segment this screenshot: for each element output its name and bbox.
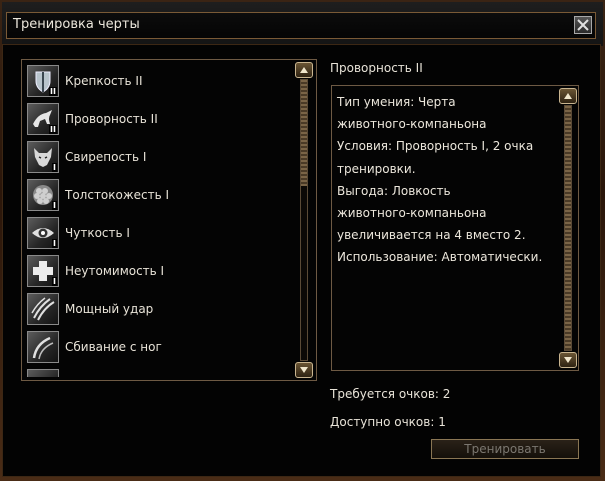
- feat-description-box: Тип умения: Черта животного-компаньона У…: [331, 85, 579, 371]
- chevron-up-icon: [300, 67, 308, 73]
- eye-icon: I: [27, 217, 59, 249]
- scroll-down-button[interactable]: [559, 352, 577, 368]
- description-line: тренировки.: [337, 161, 416, 176]
- rank-badge: I: [52, 277, 57, 286]
- scroll-thumb[interactable]: [301, 80, 307, 186]
- train-button[interactable]: Тренировать: [431, 439, 579, 459]
- feat-item-knockdown[interactable]: Сбивание с ног: [25, 329, 293, 365]
- feat-label: Мощный удар: [65, 302, 154, 316]
- feat-training-window: Тренировка черты II Крепкость II II Пров…: [0, 0, 605, 481]
- feat-label: Неутомимость I: [65, 264, 165, 278]
- leaping-beast-icon: II: [27, 103, 59, 135]
- feat-list-scrollbar[interactable]: [295, 62, 313, 378]
- feat-item-endurance[interactable]: I Неутомимость I: [25, 253, 293, 289]
- rank-badge: I: [52, 239, 57, 248]
- feat-item-thick-hide[interactable]: I Толстокожесть I: [25, 177, 293, 213]
- points-available: Доступно очков: 1: [330, 415, 446, 429]
- rank-badge: II: [49, 125, 57, 134]
- feat-label: Толстокожесть I: [65, 188, 170, 202]
- feat-item-perception[interactable]: I Чуткость I: [25, 215, 293, 251]
- feat-label: Чуткость I: [65, 226, 130, 240]
- scroll-track[interactable]: [564, 105, 572, 351]
- description-line: увеличивается на 4 вместо 2.: [337, 228, 526, 243]
- feat-label: Крепкость II: [65, 74, 143, 88]
- scroll-track[interactable]: [300, 79, 308, 361]
- scroll-up-button[interactable]: [559, 88, 577, 104]
- selected-feat-title: Проворность II: [330, 61, 423, 75]
- claw-marks-icon: [27, 293, 59, 325]
- feat-label: Сбивание с ног: [65, 340, 162, 354]
- scroll-thumb[interactable]: [565, 106, 571, 350]
- close-button[interactable]: [574, 16, 592, 34]
- scroll-up-button[interactable]: [295, 62, 313, 78]
- feat-icon-partial: [27, 369, 59, 377]
- rank-badge: II: [49, 87, 57, 96]
- feat-description: Тип умения: Черта животного-компаньона У…: [337, 91, 559, 269]
- close-icon: [577, 19, 589, 31]
- scales-hide-icon: I: [27, 179, 59, 211]
- chevron-down-icon: [564, 357, 572, 363]
- claw-swipe-icon: [27, 331, 59, 363]
- wolf-head-icon: I: [27, 141, 59, 173]
- description-scrollbar[interactable]: [559, 88, 577, 368]
- description-line: животного-компаньона: [337, 117, 487, 132]
- rank-badge: I: [52, 201, 57, 210]
- points-required: Требуется очков: 2: [330, 387, 451, 401]
- title-frame: Тренировка черты: [6, 12, 596, 39]
- description-line: Использование: Автоматически.: [337, 250, 543, 265]
- scroll-down-button[interactable]: [295, 362, 313, 378]
- chevron-up-icon: [564, 93, 572, 99]
- window-title: Тренировка черты: [13, 17, 140, 32]
- feat-label: Свирепость I: [65, 150, 147, 164]
- chevron-down-icon: [300, 367, 308, 373]
- shield-icon: II: [27, 65, 59, 97]
- description-line: животного-компаньона: [337, 206, 487, 221]
- feat-label: Проворность II: [65, 112, 158, 126]
- feat-list-viewport: II Крепкость II II Проворность II I Свир…: [25, 63, 293, 377]
- title-bar: Тренировка черты: [2, 2, 603, 46]
- content-panel: II Крепкость II II Проворность II I Свир…: [2, 44, 601, 477]
- cross-icon: I: [27, 255, 59, 287]
- description-line: Условия: Проворность I, 2 очка: [337, 139, 534, 154]
- feat-item-power-attack[interactable]: Мощный удар: [25, 291, 293, 327]
- feat-list: II Крепкость II II Проворность II I Свир…: [21, 59, 317, 381]
- description-line: Тип умения: Черта: [337, 95, 456, 109]
- rank-badge: I: [52, 163, 57, 172]
- feat-item-partial[interactable]: [25, 367, 293, 377]
- feat-item-agility[interactable]: II Проворность II: [25, 101, 293, 137]
- description-line: Выгода: Ловкость: [337, 183, 451, 198]
- feat-item-fortitude[interactable]: II Крепкость II: [25, 63, 293, 99]
- feat-item-ferocity[interactable]: I Свирепость I: [25, 139, 293, 175]
